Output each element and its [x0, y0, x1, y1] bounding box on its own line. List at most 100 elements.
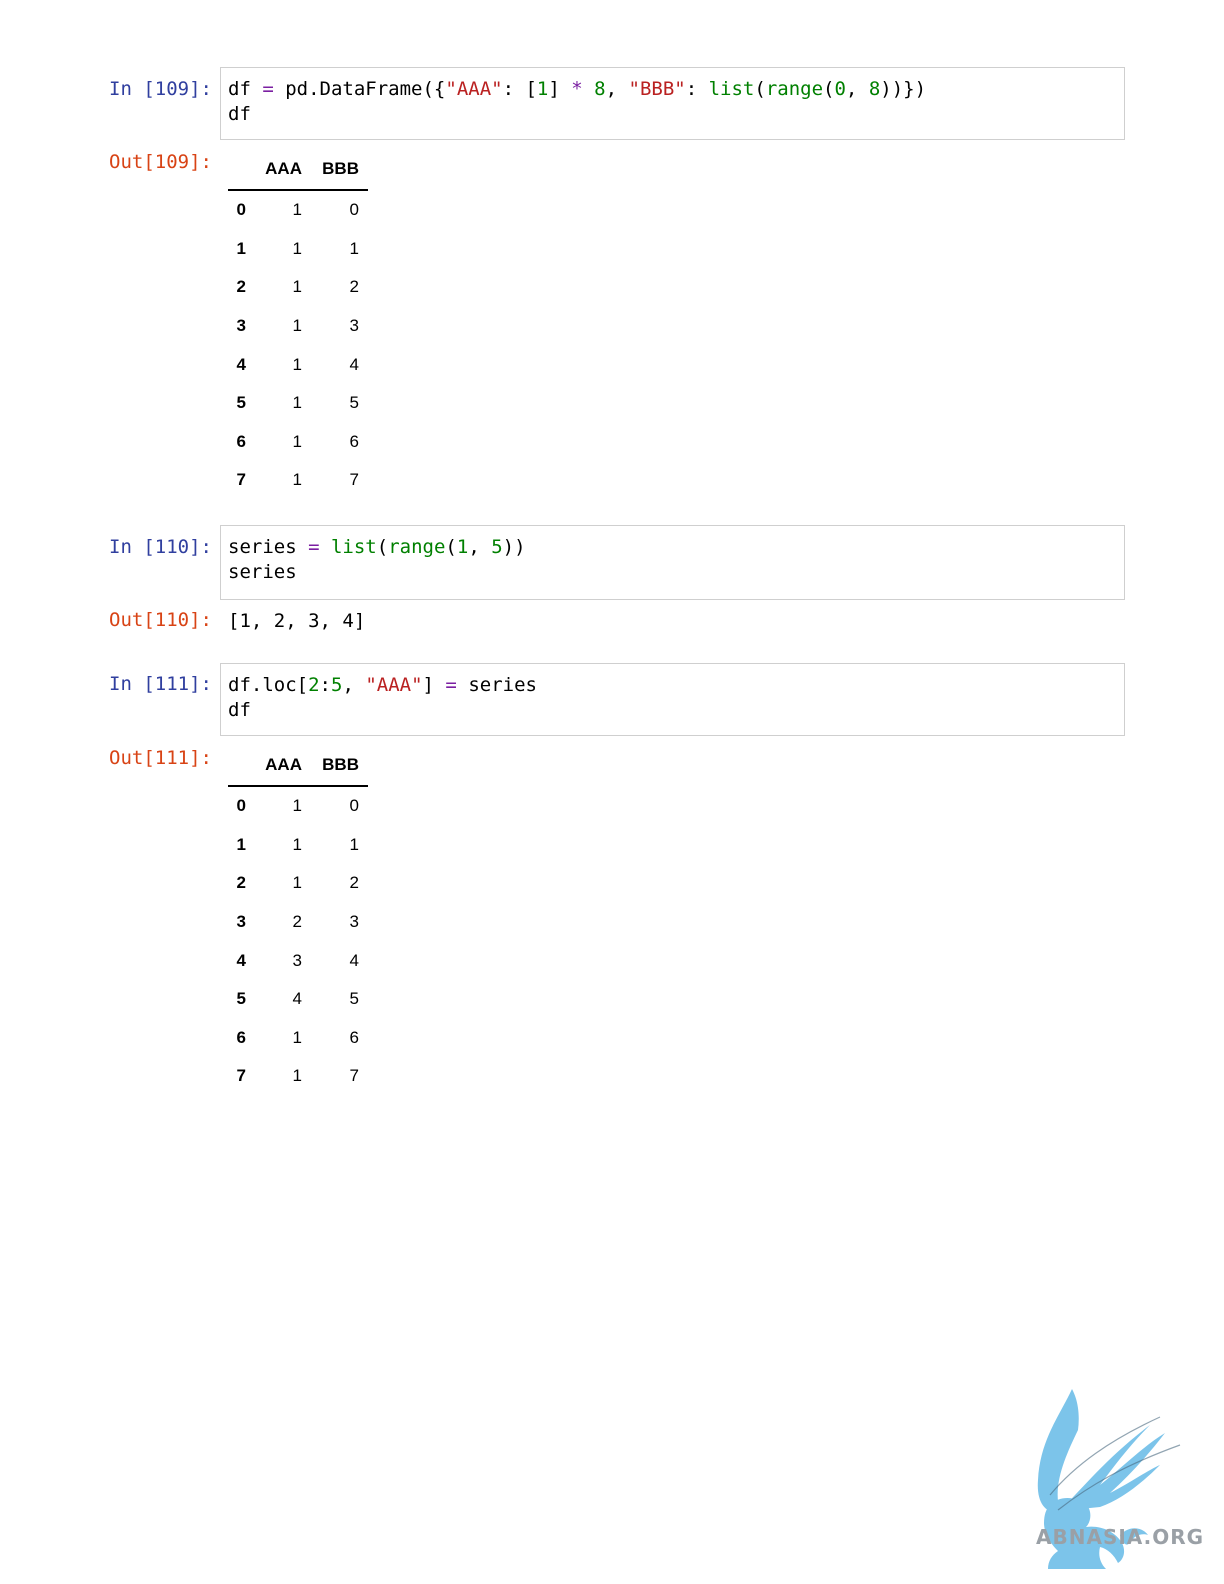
table-cell: 1 [292, 834, 302, 854]
row-index: 0 [236, 200, 246, 220]
watermark-text: ABNASIA.ORG [1036, 1525, 1205, 1549]
table-cell: 7 [349, 1066, 359, 1086]
code-token: = [262, 78, 274, 100]
code-token: : [685, 78, 709, 100]
code-line: df [228, 102, 251, 127]
index-header [228, 745, 246, 787]
table-row: 5 1 5 [228, 384, 368, 423]
input-prompt: In [109]: [109, 78, 212, 100]
table-cell: 1 [292, 1066, 302, 1086]
table-cell: 3 [292, 950, 302, 970]
table-cell: 2 [349, 277, 359, 297]
code-token: * [571, 78, 583, 100]
table-cell: 1 [292, 200, 302, 220]
code-editor[interactable]: df = pd.DataFrame({"AAA": [1] * 8, "BBB"… [220, 67, 1125, 140]
table-cell: 1 [349, 834, 359, 854]
table-cell: 1 [292, 354, 302, 374]
row-index: 3 [236, 912, 246, 932]
table-row: 2 1 2 [228, 268, 368, 307]
column-header: AAA [246, 149, 302, 191]
code-token: "BBB" [628, 78, 686, 100]
code-token: 8 [868, 78, 881, 100]
table-cell: 0 [349, 200, 359, 220]
code-token: "AAA" [365, 674, 423, 696]
table-cell: 3 [349, 912, 359, 932]
table-row: 4 3 4 [228, 941, 368, 980]
table-row: 0 1 0 [228, 786, 368, 826]
table-row: 0 1 0 [228, 190, 368, 230]
table-cell: 1 [349, 238, 359, 258]
code-token: range [388, 536, 446, 558]
table-cell: 1 [292, 470, 302, 490]
table-row: 3 1 3 [228, 307, 368, 346]
code-token: 5 [330, 674, 343, 696]
code-token: ( [823, 78, 835, 100]
row-index: 7 [236, 1066, 246, 1086]
row-index: 5 [236, 393, 246, 413]
code-token: , [342, 674, 366, 696]
code-line: df [228, 698, 251, 723]
table-row: 7 1 7 [228, 1057, 368, 1096]
table-cell: 1 [292, 873, 302, 893]
table-cell: 3 [349, 316, 359, 336]
row-index: 2 [236, 873, 246, 893]
code-editor[interactable]: df.loc[2:5, "AAA"] = series df [220, 663, 1125, 736]
code-token: 1 [536, 78, 549, 100]
table-row: 2 1 2 [228, 864, 368, 903]
table-cell: 4 [349, 354, 359, 374]
code-token: series [228, 561, 297, 583]
code-token: ))}) [880, 78, 927, 100]
table-header-row: AAA BBB [228, 149, 368, 191]
row-index: 5 [236, 989, 246, 1009]
code-token: "AAA" [445, 78, 503, 100]
code-line: df = pd.DataFrame({"AAA": [1] * 8, "BBB"… [228, 77, 926, 102]
code-line: series [228, 560, 297, 585]
code-token: ( [445, 536, 457, 558]
row-index: 1 [236, 834, 246, 854]
code-token: df [228, 103, 251, 125]
row-index: 1 [236, 238, 246, 258]
row-index: 0 [236, 796, 246, 816]
code-line: series = list(range(1, 5)) [228, 535, 526, 560]
code-editor[interactable]: series = list(range(1, 5)) series [220, 525, 1125, 600]
dataframe-table: AAA BBB 0 1 0 1 1 1 2 1 2 3 2 3 4 3 4 5 4 5 6 1 6 7 1 7 [228, 745, 368, 1096]
code-token: : [ [502, 78, 537, 100]
code-token: list [708, 78, 755, 100]
code-token: , [468, 536, 492, 558]
table-row: 6 1 6 [228, 423, 368, 462]
code-token: ] [422, 674, 446, 696]
table-cell: 1 [292, 316, 302, 336]
row-index: 2 [236, 277, 246, 297]
dataframe-table: AAA BBB 0 1 0 1 1 1 2 1 2 3 1 3 4 1 4 5 1 5 6 1 6 7 1 7 [228, 149, 368, 500]
code-line: df.loc[2:5, "AAA"] = series [228, 673, 537, 698]
table-cell: 5 [349, 989, 359, 1009]
table-cell: 6 [349, 431, 359, 451]
table-cell: 0 [349, 796, 359, 816]
output-prompt: Out[110]: [109, 609, 212, 631]
row-index: 4 [236, 950, 246, 970]
code-token: 5 [491, 536, 503, 558]
table-cell: 4 [292, 989, 302, 1009]
table-row: 6 1 6 [228, 1019, 368, 1058]
input-prompt: In [111]: [109, 673, 212, 695]
table-row: 7 1 7 [228, 461, 368, 500]
table-row: 4 1 4 [228, 345, 368, 384]
table-cell: 1 [292, 238, 302, 258]
output-prompt: Out[109]: [109, 151, 212, 173]
table-cell: 2 [292, 912, 302, 932]
code-token: 0 [834, 78, 846, 100]
column-header: BBB [302, 149, 368, 191]
code-token: = [308, 536, 320, 558]
code-token: series [228, 536, 309, 558]
table-row: 1 1 1 [228, 826, 368, 865]
table-cell: 1 [292, 431, 302, 451]
code-token: series [456, 674, 537, 696]
code-token: 2 [308, 674, 320, 696]
column-header: AAA [246, 745, 302, 787]
table-cell: 7 [349, 470, 359, 490]
code-token: 1 [456, 536, 469, 558]
code-token: df [228, 699, 251, 721]
code-token: )) [502, 536, 526, 558]
